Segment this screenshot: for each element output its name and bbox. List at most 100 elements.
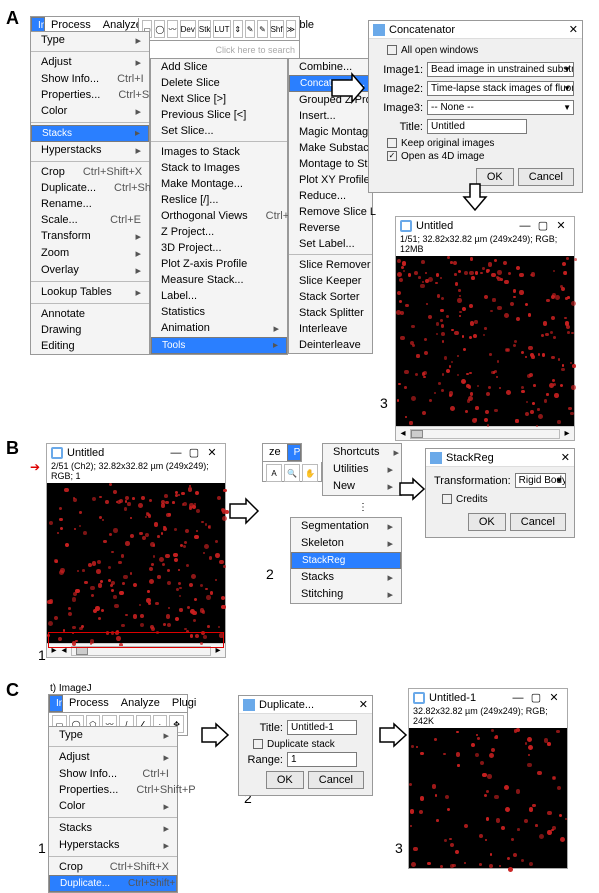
checkbox-all-open[interactable] bbox=[387, 45, 397, 55]
tool-btn[interactable]: A bbox=[266, 464, 282, 482]
menu-item[interactable]: Montage to Stac bbox=[289, 156, 372, 172]
menu-process[interactable]: Process bbox=[63, 695, 115, 712]
menu-item[interactable]: Slice Keeper bbox=[289, 273, 372, 289]
tool-btn[interactable]: ◯ bbox=[154, 20, 165, 38]
menu-item[interactable]: Duplicate...Ctrl+Shift+D bbox=[31, 180, 149, 196]
menu-item[interactable]: Reduce... bbox=[289, 188, 372, 204]
image1-select[interactable]: Bead image in unstrained substrate.tif▼ bbox=[427, 62, 574, 77]
close-icon[interactable]: ✕ bbox=[545, 691, 563, 704]
menu-item[interactable]: Magic Montage bbox=[289, 124, 372, 140]
cancel-button[interactable]: Cancel bbox=[518, 168, 574, 186]
menu-item[interactable]: Stack Sorter bbox=[289, 289, 372, 305]
chevron-down-icon[interactable]: ▼ bbox=[563, 103, 571, 112]
maximize-icon[interactable]: ▢ bbox=[534, 219, 552, 232]
menu-item[interactable]: Color▸ bbox=[49, 798, 177, 815]
image2-select[interactable]: Time-lapse stack images of fluorescent b… bbox=[427, 81, 574, 96]
menu-item[interactable]: Hyperstacks▸ bbox=[49, 837, 177, 854]
menu-analyze[interactable]: Analyze bbox=[115, 695, 166, 712]
range-input[interactable]: 1 bbox=[287, 752, 357, 767]
menu-item[interactable]: Adjust▸ bbox=[31, 54, 149, 71]
checkbox-4d[interactable] bbox=[387, 151, 397, 161]
menu-item[interactable]: Adjust▸ bbox=[49, 749, 177, 766]
checkbox-credits[interactable] bbox=[442, 494, 452, 504]
checkbox-keep[interactable] bbox=[387, 138, 397, 148]
image3-select[interactable]: -- None --▼ bbox=[427, 100, 574, 115]
cancel-button[interactable]: Cancel bbox=[308, 771, 364, 789]
menu-item[interactable]: Stack Splitter bbox=[289, 305, 372, 321]
menu-item[interactable]: Hyperstacks▸ bbox=[31, 142, 149, 159]
menu-image[interactable]: Image bbox=[49, 695, 63, 712]
menu-item[interactable]: Plot Z-axis Profile bbox=[151, 256, 287, 272]
menu-plugins[interactable]: Plugins bbox=[287, 444, 301, 461]
menu-item[interactable]: Measure Stack... bbox=[151, 272, 287, 288]
menu-item[interactable]: Reverse bbox=[289, 220, 372, 236]
menu-item[interactable]: Shortcuts▸ bbox=[323, 444, 401, 461]
menu-item[interactable]: Z Project... bbox=[151, 224, 287, 240]
chevron-down-icon[interactable]: ▼ bbox=[563, 84, 571, 93]
menu-item[interactable]: Images to Stack bbox=[151, 144, 287, 160]
close-icon[interactable]: ✕ bbox=[359, 698, 368, 711]
menu-item[interactable]: Plot XY Profile bbox=[289, 172, 372, 188]
menu-item[interactable]: Editing bbox=[31, 338, 149, 354]
menu-item[interactable]: Duplicate...Ctrl+Shift+D bbox=[49, 875, 177, 892]
tool-btn[interactable]: ✎ bbox=[245, 20, 255, 38]
menu-item[interactable]: StackReg bbox=[291, 552, 401, 569]
menu-item[interactable]: Stacks▸ bbox=[31, 125, 149, 142]
scrollbar[interactable]: ◂▸ bbox=[396, 426, 574, 440]
menu-item[interactable]: Rename... bbox=[31, 196, 149, 212]
minimize-icon[interactable]: — bbox=[509, 692, 527, 704]
title-input[interactable]: Untitled bbox=[427, 119, 527, 134]
tool-btn[interactable]: 🔍 bbox=[284, 464, 300, 482]
title-input[interactable]: Untitled-1 bbox=[287, 720, 357, 735]
menu-item[interactable]: Set Slice... bbox=[151, 123, 287, 139]
close-icon[interactable]: ✕ bbox=[561, 451, 570, 464]
menu-item[interactable]: Delete Slice bbox=[151, 75, 287, 91]
checkbox-duplicate-stack[interactable] bbox=[253, 739, 263, 749]
chevron-down-icon[interactable]: ▼ bbox=[563, 65, 571, 74]
menu-item[interactable]: Stack to Images bbox=[151, 160, 287, 176]
menu-item[interactable]: Deinterleave bbox=[289, 337, 372, 353]
menu-item[interactable]: Animation▸ bbox=[151, 320, 287, 337]
menu-item[interactable]: Interleave bbox=[289, 321, 372, 337]
tool-btn[interactable]: 〰 bbox=[167, 20, 177, 38]
tool-btn[interactable]: Shf bbox=[270, 20, 284, 38]
menu-item[interactable]: Remove Slice L bbox=[289, 204, 372, 220]
maximize-icon[interactable]: ▢ bbox=[527, 691, 545, 704]
menu-item[interactable]: Previous Slice [<] bbox=[151, 107, 287, 123]
menu-item[interactable]: Transform▸ bbox=[31, 228, 149, 245]
menu-item[interactable]: 3D Project... bbox=[151, 240, 287, 256]
menu-item[interactable]: Orthogonal ViewsCtrl+Shift+H bbox=[151, 208, 287, 224]
menu-item[interactable]: Zoom▸ bbox=[31, 245, 149, 262]
menu-item[interactable]: CropCtrl+Shift+X bbox=[31, 164, 149, 180]
menu-item[interactable]: Insert... bbox=[289, 108, 372, 124]
tool-btn[interactable]: ✋ bbox=[302, 464, 318, 482]
menu-item[interactable]: Properties...Ctrl+Shift+P bbox=[49, 782, 177, 798]
menu-item[interactable]: Lookup Tables▸ bbox=[31, 284, 149, 301]
menu-plugins-fragment[interactable]: Plugi bbox=[166, 695, 202, 712]
menu-item[interactable]: Show Info...Ctrl+I bbox=[31, 71, 149, 87]
maximize-icon[interactable]: ▢ bbox=[185, 446, 203, 459]
menu-item[interactable]: Skeleton▸ bbox=[291, 535, 401, 552]
menu-item[interactable]: Set Label... bbox=[289, 236, 372, 252]
tool-btn[interactable]: LUT bbox=[213, 20, 230, 38]
cancel-button[interactable]: Cancel bbox=[510, 513, 566, 531]
menu-item[interactable]: Type▸ bbox=[49, 727, 177, 744]
menu-item[interactable]: Tools▸ bbox=[151, 337, 287, 354]
menu-item[interactable]: Stitching▸ bbox=[291, 586, 401, 603]
menu-item[interactable]: Stacks▸ bbox=[291, 569, 401, 586]
menu-item[interactable]: Slice Remover bbox=[289, 257, 372, 273]
menu-item[interactable]: Drawing bbox=[31, 322, 149, 338]
menu-item[interactable]: Make Montage... bbox=[151, 176, 287, 192]
menu-item[interactable]: Statistics bbox=[151, 304, 287, 320]
tool-btn[interactable]: ⇕ bbox=[233, 20, 243, 38]
menu-item[interactable]: Utilities▸ bbox=[323, 461, 401, 478]
menu-item[interactable]: Label... bbox=[151, 288, 287, 304]
menu-item[interactable]: Overlay▸ bbox=[31, 262, 149, 279]
menu-item[interactable]: New▸ bbox=[323, 478, 401, 495]
tool-btn[interactable]: Stk bbox=[198, 20, 212, 38]
menu-item[interactable]: Stacks▸ bbox=[49, 820, 177, 837]
close-icon[interactable]: ✕ bbox=[203, 446, 221, 459]
transformation-select[interactable]: Rigid Body▼ bbox=[515, 473, 566, 488]
ok-button[interactable]: OK bbox=[266, 771, 304, 789]
menu-item[interactable]: Annotate bbox=[31, 306, 149, 322]
